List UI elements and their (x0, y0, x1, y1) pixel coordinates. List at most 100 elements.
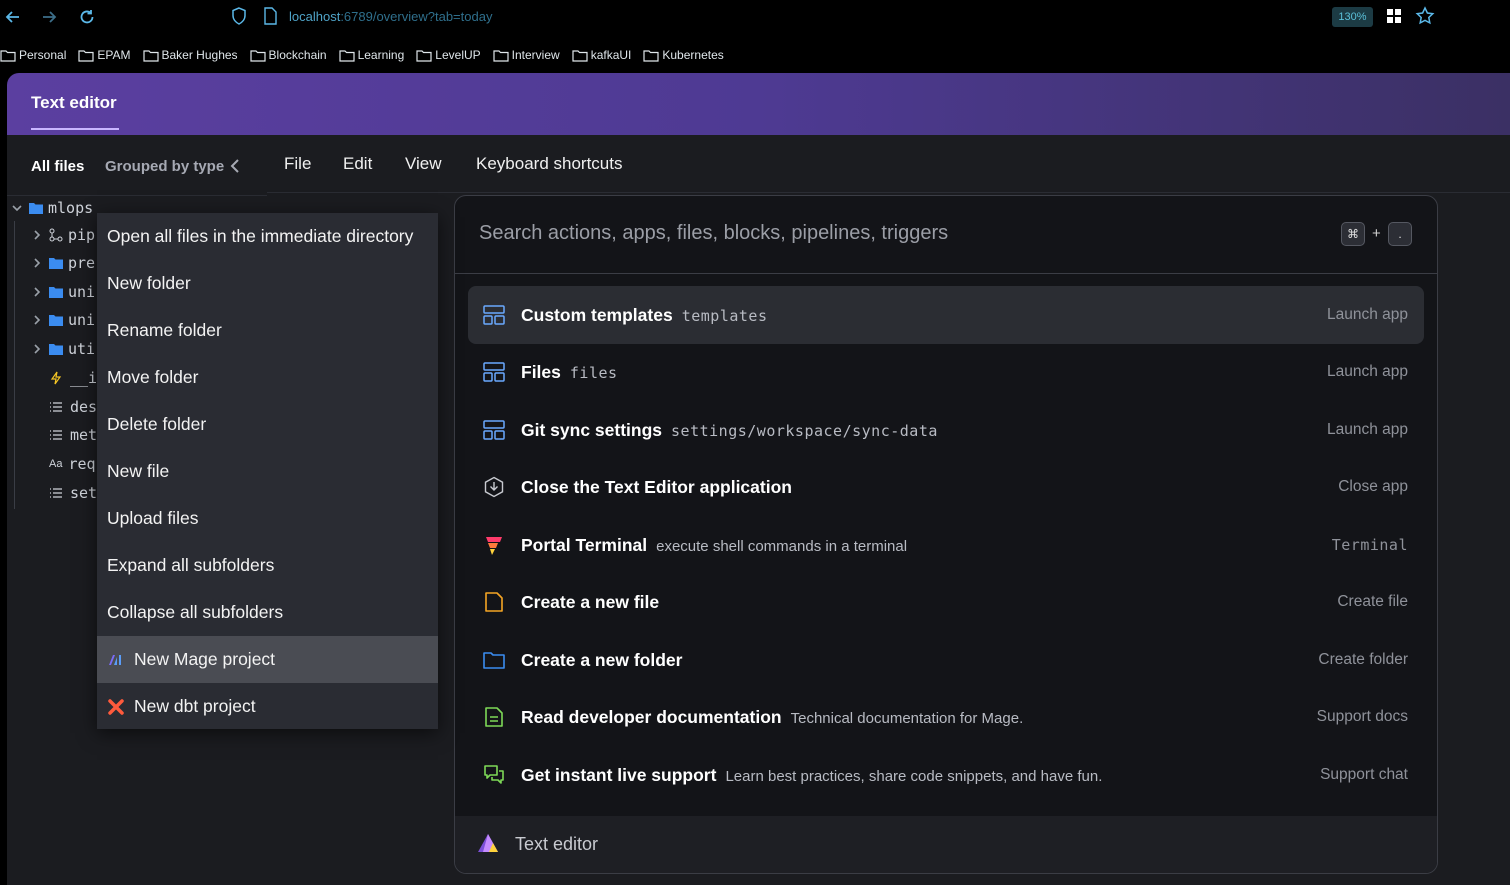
command-item-create-new-file[interactable]: Create a new file Create file (468, 573, 1424, 631)
bookmark-interview[interactable]: Interview (493, 48, 560, 62)
app-header: Text editor (7, 73, 1510, 135)
menu-item-new-file[interactable]: New file (97, 448, 438, 495)
command-action: Launch app (1326, 306, 1408, 323)
command-item-create-new-folder[interactable]: Create a new folder Create folder (468, 631, 1424, 689)
menu-item-label: Rename folder (107, 320, 222, 340)
menu-file[interactable]: File (284, 154, 311, 174)
bolt-icon (50, 371, 62, 385)
reload-icon[interactable] (76, 6, 98, 28)
tree-item-file[interactable]: met (49, 424, 97, 446)
bookmark-label: Interview (511, 48, 560, 62)
extensions-grid-icon[interactable] (1386, 8, 1402, 29)
command-title: Custom templates (521, 304, 673, 325)
tree-item-folder[interactable]: pre (31, 252, 95, 274)
chevron-right-icon (34, 315, 41, 325)
pipeline-icon (49, 228, 63, 242)
app-layout-icon (482, 418, 506, 442)
tree-item-file[interactable]: Aa req (49, 453, 96, 475)
tree-item-label: mlops (48, 199, 94, 217)
tree-item-pipelines[interactable]: pip (31, 224, 95, 246)
zoom-badge[interactable]: 130% (1332, 7, 1373, 27)
menu-item-move-folder[interactable]: Move folder (97, 354, 438, 401)
menu-edit[interactable]: Edit (343, 154, 372, 174)
menu-item-new-folder[interactable]: New folder (97, 260, 438, 307)
url-bar[interactable]: localhost:6789/overview?tab=today (289, 9, 492, 24)
command-item-portal-terminal[interactable]: Portal Terminal execute shell commands in… (468, 516, 1424, 574)
tree-item-folder[interactable]: uni (31, 309, 95, 331)
bookmark-kafkaui[interactable]: kafkaUI (572, 48, 631, 62)
tree-item-file[interactable]: set (49, 482, 97, 504)
menu-item-open-all-files[interactable]: Open all files in the immediate director… (97, 213, 438, 260)
command-title: Create a new folder (521, 649, 683, 670)
folder-icon (493, 49, 509, 62)
folder-icon (643, 49, 659, 62)
tree-item-mlops[interactable]: mlops (11, 197, 93, 219)
folder-icon (29, 203, 43, 214)
menu-item-upload-files[interactable]: Upload files (97, 495, 438, 542)
list-icon (50, 430, 62, 440)
menu-item-label: Expand all subfolders (107, 555, 275, 575)
command-item-close-text-editor[interactable]: Close the Text Editor application Close … (468, 458, 1424, 516)
tree-item-folder[interactable]: uni (31, 281, 95, 303)
chevron-down-icon (12, 205, 22, 212)
menu-item-expand-all[interactable]: Expand all subfolders (97, 542, 438, 589)
bookmark-epam[interactable]: EPAM (78, 48, 131, 62)
command-title: Read developer documentation (521, 706, 782, 727)
folder-icon (249, 49, 266, 62)
bookmark-baker-hughes[interactable]: Baker Hughes (142, 48, 238, 62)
forward-icon[interactable] (38, 6, 60, 28)
tree-item-file[interactable]: __i (49, 367, 97, 389)
bookmark-personal[interactable]: Personal (0, 48, 66, 62)
tree-item-label: __i (70, 369, 98, 387)
command-desc: files (569, 363, 618, 382)
dbt-logo-icon (107, 698, 125, 716)
command-item-git-sync-settings[interactable]: Git sync settings settings/workspace/sync… (468, 401, 1424, 459)
menu-item-label: New dbt project (134, 696, 256, 716)
bookmark-star-icon[interactable] (1415, 6, 1435, 31)
menu-item-label: New Mage project (134, 649, 276, 669)
shortcut-plus: + (1372, 225, 1381, 242)
tree-item-file[interactable]: des (49, 396, 97, 418)
menu-item-new-dbt-project[interactable]: New dbt project (97, 683, 438, 730)
folder-icon (49, 315, 63, 326)
menu-item-delete-folder[interactable]: Delete folder (97, 401, 438, 448)
tab-all-files[interactable]: All files (31, 158, 84, 175)
close-app-icon (482, 475, 506, 499)
collapse-sidebar-icon[interactable] (229, 158, 241, 179)
bookmark-blockchain[interactable]: Blockchain (249, 48, 327, 62)
tree-item-folder[interactable]: uti (31, 338, 95, 360)
command-item-read-developer-docs[interactable]: Read developer documentation Technical do… (468, 688, 1424, 746)
app-title-tab[interactable]: Text editor (31, 93, 117, 113)
menu-item-label: Delete folder (107, 414, 207, 434)
tab-grouped-by-type[interactable]: Grouped by type (105, 158, 224, 175)
tree-guide-line (14, 221, 15, 509)
shield-icon[interactable] (231, 7, 247, 30)
bookmark-label: Kubernetes (662, 48, 724, 62)
folder-icon (49, 258, 63, 269)
menu-view[interactable]: View (405, 154, 442, 174)
mage-logo-icon (107, 651, 125, 669)
shortcut-key-cmd: ⌘ (1341, 222, 1365, 246)
command-item-custom-templates[interactable]: Custom templates templates Launch app (468, 286, 1424, 344)
bookmark-learning[interactable]: Learning (338, 48, 404, 62)
command-action: Launch app (1326, 363, 1408, 380)
command-item-files[interactable]: Files files Launch app (468, 343, 1424, 401)
menu-item-collapse-all[interactable]: Collapse all subfolders (97, 589, 438, 636)
command-search-input[interactable] (479, 222, 1299, 245)
command-action: Close app (1338, 478, 1408, 495)
command-title: Portal Terminal (521, 534, 648, 555)
menu-item-label: Upload files (107, 508, 199, 528)
command-item-get-live-support[interactable]: Get instant live support Learn best pract… (468, 746, 1424, 804)
folder-icon (78, 49, 94, 62)
command-center-search: ⌘ + . (455, 196, 1437, 274)
bookmark-levelup[interactable]: LevelUP (416, 48, 481, 62)
bookmark-kubernetes[interactable]: Kubernetes (643, 48, 724, 62)
menu-item-new-mage-project[interactable]: New Mage project (97, 636, 438, 683)
editor-menubar: File Edit View Keyboard shortcuts (267, 135, 1510, 193)
menu-keyboard-shortcuts[interactable]: Keyboard shortcuts (476, 154, 622, 174)
folder-icon (49, 287, 63, 298)
menu-item-label: New folder (107, 273, 191, 293)
command-center-dialog: ⌘ + . Custom templates templates Launch a… (454, 195, 1438, 874)
menu-item-rename-folder[interactable]: Rename folder (97, 307, 438, 354)
back-icon[interactable] (2, 6, 24, 28)
